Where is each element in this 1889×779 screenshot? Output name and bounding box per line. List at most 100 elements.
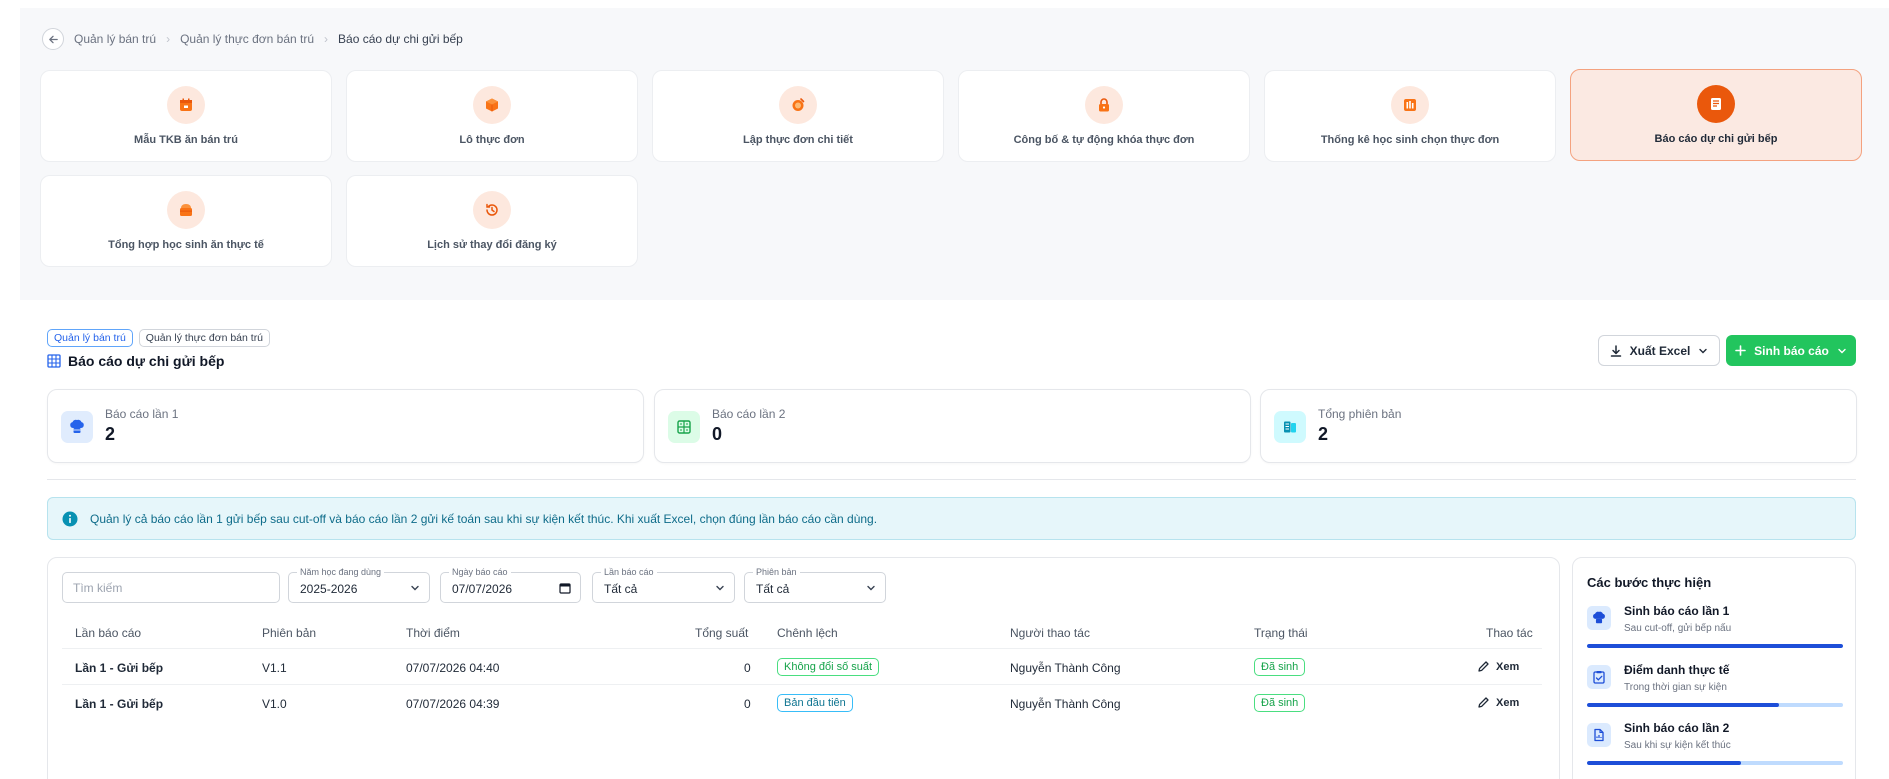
breadcrumb: Quản lý bán trú › Quản lý thực đơn bán t… [42, 28, 463, 50]
module-label: Thống kê học sinh chọn thực đơn [1320, 134, 1500, 146]
cell-version: V1.1 [262, 661, 287, 675]
column-header: Chênh lệch [777, 626, 838, 640]
module-label: Báo cáo dự chi gửi bếp [1654, 133, 1778, 145]
stat-card-total-versions: Tổng phiên bản 2 [1260, 389, 1857, 463]
row-divider [62, 684, 1542, 685]
report-table-panel: Năm học đang dùng 2025-2026 Ngày báo cáo… [47, 557, 1560, 779]
step-item: Điểm danh thực tế Trong thời gian sự kiệ… [1587, 663, 1843, 713]
step-item: Sinh báo cáo lần 2 Sau khi sự kiện kết t… [1587, 721, 1843, 771]
grid-icon [668, 411, 700, 443]
tag-menu-management[interactable]: Quản lý thực đơn bán trú [138, 329, 271, 347]
diff-badge: Không đổi số suất [777, 658, 880, 676]
cell-time: 07/07/2026 04:39 [406, 697, 500, 711]
module-label: Lịch sử thay đổi đăng ký [427, 239, 557, 251]
column-header: Lần báo cáo [75, 626, 142, 640]
step-title: Sinh báo cáo lần 1 [1624, 604, 1730, 618]
stat-value: 0 [712, 424, 723, 444]
pencil-icon [1478, 697, 1489, 708]
food-icon [779, 86, 817, 124]
breadcrumb-current: Báo cáo dự chi gửi bếp [338, 32, 463, 46]
generate-report-button[interactable]: Sinh báo cáo [1726, 335, 1856, 366]
module-label: Lập thực đơn chi tiết [743, 134, 853, 146]
cell-time: 07/07/2026 04:40 [406, 661, 500, 675]
column-header: Tổng suất [695, 626, 749, 640]
steps-title: Các bước thực hiện [1587, 575, 1712, 590]
plus-icon [1735, 345, 1746, 356]
back-arrow-icon[interactable] [42, 28, 64, 50]
field-label: Lần báo cáo [601, 567, 657, 577]
chevron-down-icon [1838, 348, 1846, 353]
column-header: Trạng thái [1254, 626, 1308, 640]
field-label: Ngày báo cáo [449, 567, 511, 577]
module-card-kitchen-report[interactable]: Báo cáo dự chi gửi bếp [1570, 69, 1862, 161]
module-card-lunch-schedule[interactable]: Mẫu TKB ăn bán trú [40, 70, 332, 162]
view-button[interactable]: Xem [1477, 696, 1519, 709]
stat-label: Báo cáo lần 2 [712, 407, 786, 421]
stat-card-report-1: Báo cáo lần 1 2 [47, 389, 644, 463]
export-excel-button[interactable]: Xuất Excel [1598, 335, 1720, 366]
step-item: Sinh báo cáo lần 1 Sau cut-off, gửi bếp … [1587, 604, 1843, 654]
chevron-down-icon [411, 585, 419, 591]
generate-label: Sinh báo cáo [1754, 343, 1829, 358]
download-icon [1610, 344, 1621, 357]
column-header: Thao tác [1486, 626, 1533, 640]
report-date-input[interactable]: Ngày báo cáo 07/07/2026 [440, 567, 581, 603]
stat-label: Tổng phiên bản [1318, 407, 1402, 421]
step-subtitle: Trong thời gian sự kiện [1624, 682, 1727, 693]
step-progress-fill [1587, 703, 1779, 707]
stat-value: 2 [105, 424, 116, 444]
divider [47, 479, 1856, 480]
report-icon [1697, 85, 1735, 123]
cell-round: Lần 1 - Gửi bếp [75, 661, 164, 675]
calendar-icon[interactable] [559, 582, 571, 594]
chef-hat-icon [1587, 606, 1611, 630]
page-title: Báo cáo dự chi gửi bếp [47, 353, 224, 369]
module-label: Mẫu TKB ăn bán trú [134, 134, 238, 146]
breadcrumb-item[interactable]: Quản lý bán trú [74, 32, 156, 46]
info-icon [62, 511, 78, 526]
page-title-text: Báo cáo dự chi gửi bếp [68, 353, 225, 369]
diff-badge: Bản đầu tiên [777, 694, 853, 712]
info-text: Quản lý cả báo cáo lần 1 gửi bếp sau cut… [90, 511, 878, 526]
cell-total: 0 [744, 661, 751, 675]
breadcrumb-item[interactable]: Quản lý thực đơn bán trú [180, 32, 314, 46]
view-button[interactable]: Xem [1477, 660, 1519, 673]
step-progress-bar [1587, 761, 1843, 765]
module-card-menu-detail[interactable]: Lập thực đơn chi tiết [652, 70, 944, 162]
version-select[interactable]: Phiên bản Tất cả [744, 567, 886, 603]
field-value: 2025-2026 [300, 582, 358, 596]
module-card-menu-batch[interactable]: Lô thực đơn [346, 70, 638, 162]
field-label: Năm học đang dùng [297, 567, 385, 577]
column-header: Người thao tác [1010, 626, 1090, 640]
stat-card-report-2: Báo cáo lần 2 0 [654, 389, 1251, 463]
field-value: 07/07/2026 [452, 582, 513, 596]
cell-user: Nguyễn Thành Công [1010, 697, 1121, 711]
module-card-actual-students[interactable]: Tổng hợp học sinh ăn thực tế [40, 175, 332, 267]
module-label: Lô thực đơn [459, 134, 525, 146]
search-input[interactable] [62, 572, 280, 603]
school-year-select[interactable]: Năm học đang dùng 2025-2026 [288, 567, 430, 603]
table-icon [47, 354, 61, 368]
module-label: Công bố & tự động khóa thực đơn [1013, 134, 1195, 146]
pencil-icon [1478, 661, 1489, 672]
chef-hat-icon [61, 411, 93, 443]
step-progress-bar [1587, 644, 1843, 648]
step-progress-fill [1587, 761, 1741, 765]
step-progress-bar [1587, 703, 1843, 707]
module-card-change-history[interactable]: Lịch sử thay đổi đăng ký [346, 175, 638, 267]
cell-user: Nguyễn Thành Công [1010, 661, 1121, 675]
step-title: Điểm danh thực tế [1624, 663, 1730, 677]
step-title: Sinh báo cáo lần 2 [1624, 721, 1730, 735]
status-badge: Đã sinh [1254, 694, 1306, 712]
module-card-student-stats[interactable]: Thống kê học sinh chọn thực đơn [1264, 70, 1556, 162]
step-progress-fill [1587, 644, 1843, 648]
calendar-icon [167, 86, 205, 124]
module-card-publish-lock[interactable]: Công bố & tự động khóa thực đơn [958, 70, 1250, 162]
report-round-select[interactable]: Lần báo cáo Tất cả [592, 567, 735, 603]
files-icon [1274, 411, 1306, 443]
clipboard-check-icon [1587, 665, 1611, 689]
module-label: Tổng hợp học sinh ăn thực tế [108, 239, 264, 251]
field-value: Tất cả [604, 582, 638, 596]
tag-lunch-management[interactable]: Quản lý bán trú [47, 329, 133, 347]
lock-icon [1085, 86, 1123, 124]
